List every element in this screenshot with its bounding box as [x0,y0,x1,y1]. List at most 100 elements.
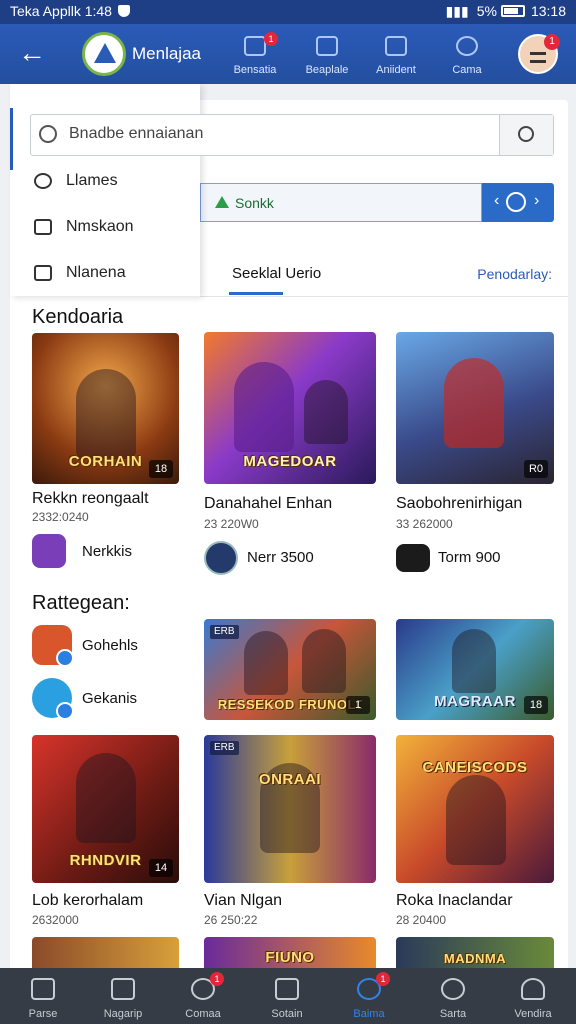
drawer-item-llames[interactable]: Llames [32,166,192,198]
bottom-nav-nagarip[interactable]: Nagarip [86,968,160,1024]
profile-icon [521,978,545,1000]
bottom-nav-label: Vendira [514,1008,552,1020]
bottom-nav-comaa[interactable]: Comaa 1 [166,968,240,1024]
bottom-nav-baima[interactable]: Baima 1 [332,968,406,1024]
back-arrow-icon[interactable]: ← [18,38,52,70]
publisher-name[interactable]: Nerkkis [82,543,132,560]
game-subtitle: 23 220W0 [204,517,259,531]
game-art-title: MAGEDOAR [243,453,337,470]
app-header: ← Menlajaa Bensatia 1 Beaplale Aniident … [0,24,576,84]
game-thumbnail[interactable]: ERB ONRAAI [204,735,376,883]
search-icon [518,126,534,142]
game-thumbnail[interactable] [32,937,179,968]
game-title[interactable]: Danahahel Enhan [204,495,332,513]
search-icon [456,36,478,56]
section-title-featured: Kendoaria [32,306,124,328]
game-subtitle: 2332:0240 [32,510,89,524]
signal-icon: ▮▮▮ [445,3,469,19]
category-name[interactable]: Gekanis [82,690,137,707]
store-icon [34,219,52,235]
game-thumbnail[interactable]: ERB RESSEKOD FRUNOLO 1 [204,619,376,720]
age-tag: ERB [210,741,239,755]
game-title[interactable]: Vian Nlgan [204,892,282,910]
bottom-nav-label: Sarta [439,1008,467,1020]
game-title[interactable]: Saobohrenirhigan [396,495,522,513]
puzzle-icon [385,36,407,56]
tab-underline [229,292,283,295]
drawer-accent-bar [10,108,13,170]
header-nav-label: Bensatia [233,64,277,76]
game-thumbnail[interactable]: FIUNO [204,937,376,968]
game-art-title: CANEISCODS [422,759,528,776]
battery-level: 5% [476,3,497,19]
clock: 13:18 [530,3,566,19]
bottom-nav-vendira[interactable]: Vendira [496,968,570,1024]
refresh-icon [506,192,526,212]
category-name[interactable]: Gohehls [82,637,138,654]
tab-link[interactable]: Penodarlay: [477,266,552,282]
drawer-item-label: Llames [66,172,118,189]
triangle-icon [215,196,229,208]
shield-icon [117,5,130,17]
notification-badge: 1 [264,32,278,46]
rating-badge: 14 [149,859,173,877]
rating-badge: 18 [524,696,548,714]
home-icon [31,978,55,1000]
tab-divider [200,296,568,297]
header-nav-cama[interactable]: Cama [436,32,498,80]
header-nav-beaplale[interactable]: Beaplale [296,32,358,80]
game-title[interactable]: Lob kerorhalam [32,892,143,910]
bottom-nav-label: Baima [353,1008,385,1020]
inbox-icon [244,36,266,56]
category-icon[interactable] [32,625,74,667]
app-logo[interactable] [82,32,126,76]
publisher-icon[interactable] [396,544,430,572]
search-button[interactable] [499,115,553,155]
bottom-nav-sarta[interactable]: Sarta [416,968,490,1024]
home-icon [34,265,52,281]
filter-field[interactable]: Sonkk [200,183,482,222]
filter-refresh-button[interactable]: ‹ › [482,183,554,222]
library-icon [275,978,299,1000]
game-thumbnail[interactable]: MAGRAAR 18 [396,619,554,720]
header-nav-aniident[interactable]: Aniident [365,32,427,80]
game-subtitle: 28 20400 [396,913,447,927]
game-thumbnail[interactable]: MADNMA [396,937,554,968]
header-nav-label: Cama [452,64,482,76]
status-left-text: Teka Appllk 1:48 [10,3,112,19]
publisher-name[interactable]: Nerr 3500 [247,549,314,566]
publisher-name[interactable]: Torm 900 [438,549,501,566]
game-art-title: MAGRAAR [434,693,516,710]
bottom-nav-sotain[interactable]: Sotain [250,968,324,1024]
age-tag: ERB [210,625,239,639]
drawer-item-nmskaon[interactable]: Nmskaon [32,212,192,244]
drawer-item-nlanena[interactable]: Nlanena [32,258,192,290]
bottom-nav-label: Comaa [185,1008,221,1020]
search-input[interactable] [69,125,489,143]
header-nav-bensatia[interactable]: Bensatia 1 [224,32,286,80]
notification-badge: 1 [376,972,390,986]
publisher-icon[interactable] [204,541,238,575]
game-art-title: RESSEKOD FRUNOLO [217,697,363,712]
header-nav-label: Beaplale [305,64,349,76]
avatar-badge: 1 [544,34,560,50]
bottom-nav-parse[interactable]: Parse [6,968,80,1024]
game-subtitle: 2632000 [32,913,79,927]
bottom-nav-label: Sotain [271,1008,303,1020]
publisher-icon[interactable] [32,534,66,568]
game-title[interactable]: Rekkn reongaalt [32,490,149,508]
game-thumbnail[interactable]: CANEISCODS [396,735,554,883]
game-thumbnail[interactable]: MAGEDOAR [204,332,376,484]
search-bar [30,114,554,156]
category-icon[interactable] [32,678,74,720]
game-thumbnail[interactable]: RHNDVIR 14 [32,735,179,883]
tab-active[interactable]: Seeklal Uerio [232,265,321,282]
game-thumbnail[interactable]: R0 [396,332,554,484]
gamepad-icon [34,173,52,189]
game-thumbnail[interactable]: CORHAIN 18 [32,333,179,484]
search-icon [441,978,465,1000]
game-art-title: ONRAAI [258,771,322,788]
rating-badge: 18 [149,460,173,478]
game-title[interactable]: Roka Inaclandar [396,892,513,910]
notification-badge: 1 [210,972,224,986]
